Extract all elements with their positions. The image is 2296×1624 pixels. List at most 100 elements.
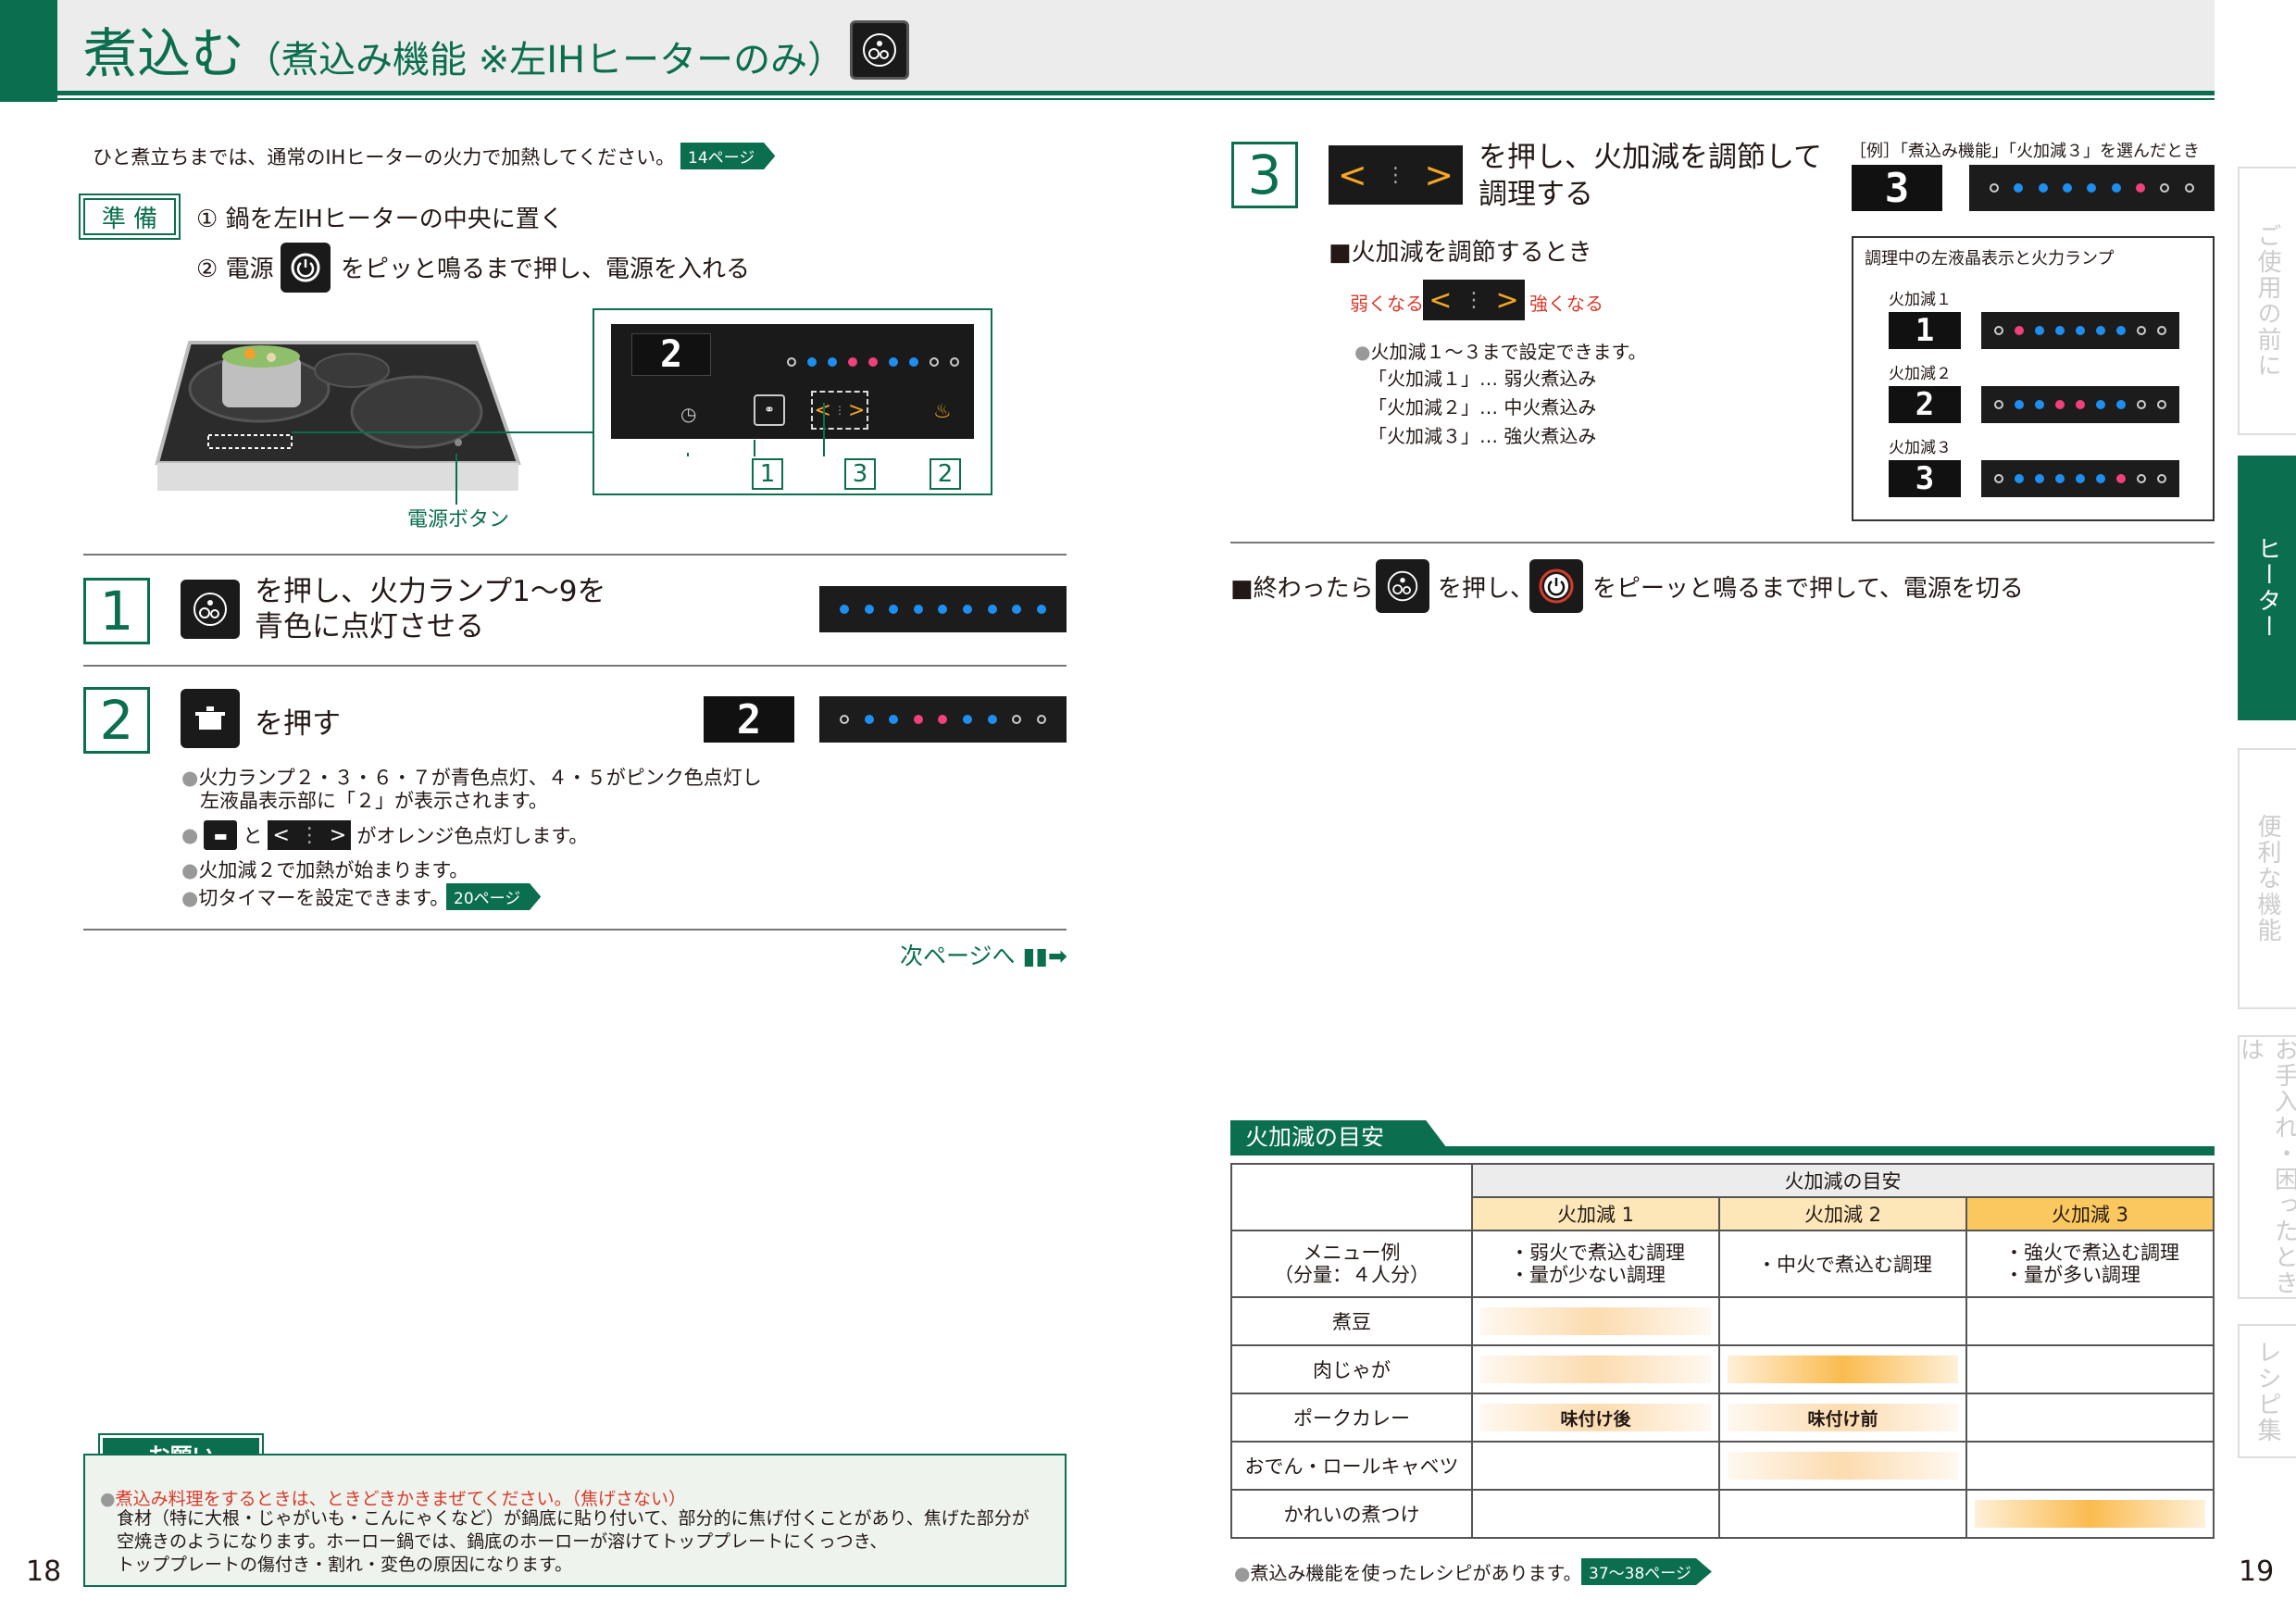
step-1-number: 1 <box>83 578 150 644</box>
level-3-label: 火加減３ <box>1889 439 1952 457</box>
menu-label: メニュー例 （分量：４人分） <box>1230 1230 1473 1298</box>
onegai-box: ●煮込み料理をするときは、ときどきかきまぜてください。（焦げさない） 食材（特に… <box>83 1454 1067 1587</box>
heat-cell <box>1718 1489 1967 1539</box>
col-header-2: 火加減 2 <box>1718 1196 1967 1231</box>
step-3-number: 3 <box>1231 142 1298 208</box>
timer-page-ref[interactable]: 20ページ <box>446 883 542 910</box>
step-1-text: を押し、火力ランプ1～9を 青色に点灯させる <box>255 575 606 643</box>
heat-cell: 味付け後 <box>1471 1393 1720 1443</box>
adjust-arrows-icon: < ⋮ > <box>1329 145 1463 205</box>
finish-c: をピーッと鳴るまで押して、電源を切る <box>1592 575 2024 603</box>
note-lamp-colors: ●火力ランプ２・３・６・７が青色点灯、４・５がピンク色点灯し 左液晶表示部に「２… <box>181 767 762 812</box>
level-2-lamps <box>1981 386 2179 423</box>
tab-before-use[interactable]: ご使用の前に <box>2238 167 2296 435</box>
heat-cell <box>1471 1296 1720 1346</box>
step-2-text: を押す <box>255 707 341 741</box>
table-row: ポークカレー 味付け後 味付け前 <box>1230 1393 2215 1443</box>
power-icon <box>281 243 331 293</box>
power-button-label: 電源ボタン <box>407 508 510 531</box>
heat-bar <box>1480 1355 1711 1383</box>
level-box-title: 調理中の左液晶表示と火力ランプ <box>1865 249 2115 269</box>
control-panel-zoom: 2 ◷ ⚭ <⋮> ♨ 1 3 2 <box>593 308 992 495</box>
adjust-heading: ■火加減を調節するとき <box>1329 239 1592 267</box>
table-row: おでん・ロールキャベツ <box>1230 1441 2215 1491</box>
menu-example-1: ・弱火で煮込む調理 ・量が少ない調理 <box>1471 1230 1720 1298</box>
tab-features[interactable]: 便利な機能 <box>2238 748 2296 1009</box>
callout-line <box>292 431 593 433</box>
heat-cell <box>1965 1489 2215 1539</box>
level-2-lcd: 2 <box>1889 386 1961 423</box>
tab-heater[interactable]: ヒーター <box>2238 456 2296 720</box>
prep-step-2-b: をピッと鳴るまで押し、電源を入れる <box>341 256 751 283</box>
step-2-number: 2 <box>83 687 150 754</box>
note-orange: ● ▬ と < ⋮ > がオレンジ色点灯します。 <box>181 820 588 850</box>
page-title: 煮込む（煮込み機能 ※左IHヒーターのみ） <box>83 22 845 85</box>
callout-2: 2 <box>930 458 961 490</box>
menu-example-2: ・中火で煮込む調理 <box>1718 1230 1967 1298</box>
header-accent <box>0 0 57 102</box>
example-caption: ［例］「煮込み機能」「火加減３」を選んだとき <box>1850 142 2200 161</box>
recipe-note: ●煮込み機能を使ったレシピがあります。 <box>1234 1562 1582 1584</box>
row-menu-name: かれいの煮つけ <box>1230 1489 1473 1539</box>
header-rule-thin <box>57 98 2215 100</box>
tab-care-trouble[interactable]: お手入れ・困ったときは <box>2237 1035 2296 1299</box>
simmer-icon <box>1376 559 1429 613</box>
timer-icon: ◷ <box>680 403 697 425</box>
simmer-icon <box>181 580 240 639</box>
heat-bar <box>1728 1355 1958 1383</box>
heat-cell <box>1965 1393 2215 1443</box>
heat-cell <box>1965 1296 2215 1346</box>
page-number-left: 18 <box>26 1555 62 1588</box>
guide-rule <box>1230 1146 2215 1156</box>
level-display-box: 調理中の左液晶表示と火力ランプ 火加減１ 1 火加減２ 2 火加減３ 3 <box>1852 236 2215 521</box>
weaker-label: 弱くなる <box>1350 293 1424 315</box>
onegai-body: 食材（特に大根・じゃがいも・こんにゃくなど）が鍋底に貼り付いて、部分的に焦げ付く… <box>117 1508 1029 1575</box>
power-icon <box>1529 559 1583 613</box>
heat-guide-table: 火加減の目安 火加減 1 火加減 2 火加減 3 メニュー例 （分量：４人分） ・… <box>1230 1163 2215 1539</box>
heat-cell <box>1965 1344 2215 1394</box>
panel-simmer-icon[interactable]: ⚭ <box>754 394 785 426</box>
recipe-page-ref[interactable]: 37～38ページ <box>1581 1558 1712 1585</box>
heat-cell <box>1471 1489 1720 1539</box>
range-note: ●火加減１～３まで設定できます。 <box>1354 341 1647 363</box>
panel-adjust-arrows[interactable]: <⋮> <box>811 391 868 430</box>
table-group-header: 火加減の目安 <box>1471 1163 2215 1198</box>
divider <box>83 554 1067 556</box>
row-menu-name: 煮豆 <box>1230 1296 1473 1346</box>
example-lamps <box>1969 165 2215 211</box>
pot-icon <box>181 689 240 748</box>
simmer-icon <box>850 20 909 80</box>
level-1-lcd: 1 <box>1889 312 1961 349</box>
divider <box>83 929 1067 931</box>
level-3-lcd: 3 <box>1889 460 1961 497</box>
heat-cell <box>1718 1296 1967 1346</box>
divider <box>1230 542 2215 543</box>
note-heat: ●火加減２で加熱が始まります。 <box>181 859 469 881</box>
control-panel: 2 ◷ ⚭ <⋮> ♨ <box>611 324 974 439</box>
divider <box>83 665 1067 667</box>
table-row: 煮豆 <box>1230 1296 2215 1346</box>
row-menu-name: 肉じゃが <box>1230 1344 1473 1394</box>
tab-recipes[interactable]: レシピ集 <box>2238 1324 2296 1458</box>
heat-bar <box>1728 1452 1958 1480</box>
level-2-label: 火加減２ <box>1889 365 1952 383</box>
intro-page-ref[interactable]: 14ページ <box>680 143 776 169</box>
panel-pot-icon[interactable]: ♨ <box>933 400 952 423</box>
heat-cell <box>1471 1441 1720 1491</box>
next-page-link[interactable]: 次ページへ ▮▮➡ <box>900 938 1067 971</box>
heat-bar <box>1975 1500 2205 1528</box>
level-3-lamps <box>1981 460 2179 497</box>
prep-step-1: ① 鍋を左IHヒーターの中央に置く <box>196 206 564 233</box>
finish-b: を押し、 <box>1438 575 1535 603</box>
step-2-lamps <box>819 696 1067 743</box>
table-row: かれいの煮つけ <box>1230 1489 2215 1539</box>
example-lcd: 3 <box>1852 165 1942 212</box>
callout-1: 1 <box>752 458 783 490</box>
col-header-3: 火加減 3 <box>1965 1196 2215 1231</box>
heat-cell <box>1471 1344 1720 1394</box>
onegai-warning: ●煮込み料理をするときは、ときどきかきまぜてください。（焦げさない） <box>100 1489 686 1509</box>
page-number-right: 19 <box>2239 1555 2275 1588</box>
step-3-text: を押し、火加減を調節して 調理する <box>1479 141 1823 211</box>
adjust-arrows-icon[interactable]: < ⋮ > <box>1423 280 1525 320</box>
panel-lcd: 2 <box>631 333 711 376</box>
